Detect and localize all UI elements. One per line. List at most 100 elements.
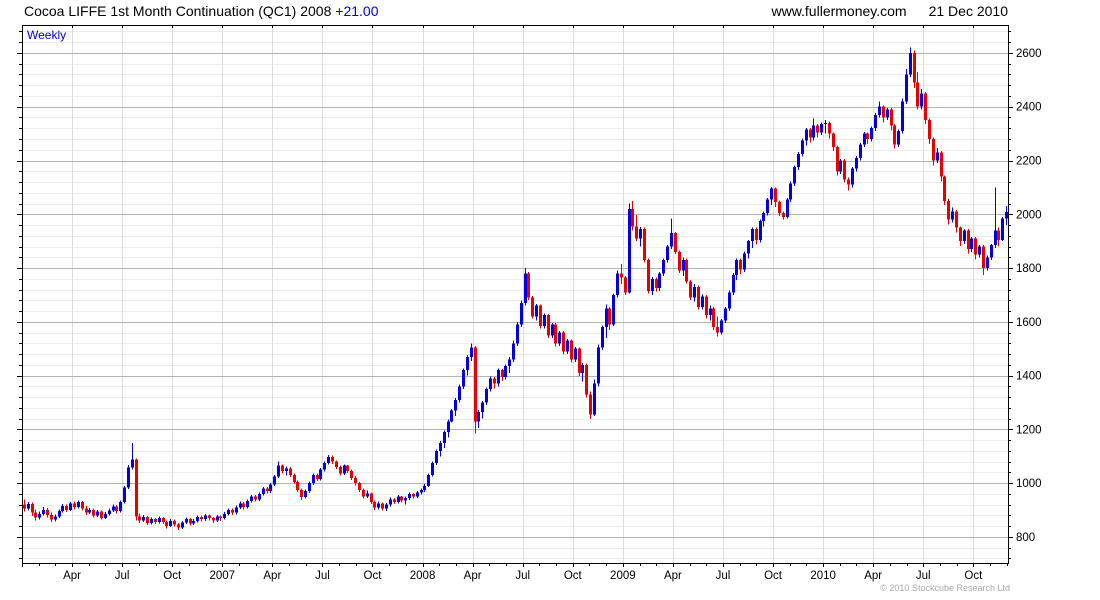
candle: [554, 324, 557, 344]
candle: [208, 515, 211, 519]
candle: [578, 348, 581, 373]
candle: [886, 109, 889, 118]
candles-layer: [23, 47, 1008, 530]
candle: [547, 315, 550, 336]
candle: [423, 485, 426, 490]
candle: [181, 522, 184, 528]
candle: [720, 320, 723, 333]
candle: [655, 278, 658, 289]
candle: [639, 229, 642, 239]
candle: [666, 246, 669, 260]
candle: [570, 340, 573, 360]
candle: [967, 230, 970, 250]
x-axis-label: 2007: [209, 570, 235, 582]
candle: [689, 281, 692, 298]
x-axis-label: Apr: [63, 570, 81, 582]
chart-page: Cocoa LIFFE 1st Month Continuation (QC1)…: [0, 0, 1100, 600]
candle: [489, 378, 492, 390]
candle: [890, 109, 893, 126]
x-axis-label: Jul: [115, 570, 130, 582]
candle: [759, 221, 762, 240]
candle: [501, 370, 504, 377]
candle: [200, 516, 203, 520]
candle: [535, 305, 538, 317]
candle: [431, 462, 434, 476]
candle: [709, 308, 712, 316]
candle: [916, 82, 919, 107]
candle: [947, 200, 950, 220]
candle: [420, 489, 423, 493]
y-axis-label: 2400: [1016, 102, 1042, 114]
candle: [27, 504, 30, 509]
candle: [855, 157, 858, 169]
candle: [135, 459, 138, 517]
copyright-credit: © 2010 Stockcube Research Ltd: [880, 583, 1010, 593]
candle: [735, 259, 738, 275]
candle: [697, 286, 700, 308]
y-axis-label: 2200: [1016, 156, 1042, 168]
candle: [920, 93, 923, 107]
candle: [562, 332, 565, 352]
candle: [316, 475, 319, 480]
candle: [127, 467, 130, 488]
candle: [874, 114, 877, 129]
candle: [31, 504, 34, 513]
candle: [543, 315, 546, 326]
candle: [435, 450, 438, 463]
candle: [23, 504, 26, 509]
candle: [940, 152, 943, 177]
candle: [393, 499, 396, 502]
candle: [685, 259, 688, 282]
candle: [793, 167, 796, 184]
candle: [34, 512, 37, 518]
x-axis-label: 2009: [610, 570, 636, 582]
y-axis-label: 2000: [1016, 209, 1042, 221]
candle: [851, 168, 854, 185]
candle: [824, 122, 827, 125]
candle: [92, 509, 95, 516]
candle: [131, 459, 134, 468]
x-axis-label: Jul: [515, 570, 530, 582]
candle: [450, 410, 453, 422]
x-axis-label: Apr: [263, 570, 281, 582]
candle: [893, 125, 896, 145]
y-axis-label: 1000: [1016, 478, 1042, 490]
candle: [312, 475, 315, 484]
vertical-gridlines: [72, 25, 974, 563]
candle: [177, 524, 180, 528]
candle: [631, 208, 634, 227]
candle: [142, 517, 145, 521]
candle: [616, 273, 619, 295]
candle: [447, 421, 450, 433]
candle: [797, 153, 800, 168]
candle: [246, 500, 249, 508]
candle: [581, 364, 584, 373]
candle: [524, 273, 527, 304]
x-axis-label: Oct: [364, 570, 383, 582]
candle: [150, 519, 153, 523]
x-axis-label: Jul: [916, 570, 931, 582]
candle: [350, 471, 353, 478]
major-gridlines: [22, 53, 1008, 538]
candle: [404, 497, 407, 501]
candle: [928, 120, 931, 139]
candle: [454, 399, 457, 411]
candle: [219, 516, 222, 519]
candle: [963, 230, 966, 242]
candle: [924, 93, 927, 121]
candle: [836, 147, 839, 172]
candle: [427, 475, 430, 486]
candle: [597, 347, 600, 384]
candle: [520, 303, 523, 325]
candle: [909, 52, 912, 75]
candle: [705, 296, 708, 316]
candle: [747, 241, 750, 254]
x-axis-label: Jul: [716, 570, 731, 582]
candle: [69, 503, 72, 510]
candle: [585, 364, 588, 395]
candle: [651, 278, 654, 291]
candle: [158, 518, 161, 522]
candle: [658, 273, 661, 289]
candle: [635, 226, 638, 239]
frequency-label: Weekly: [27, 28, 67, 42]
